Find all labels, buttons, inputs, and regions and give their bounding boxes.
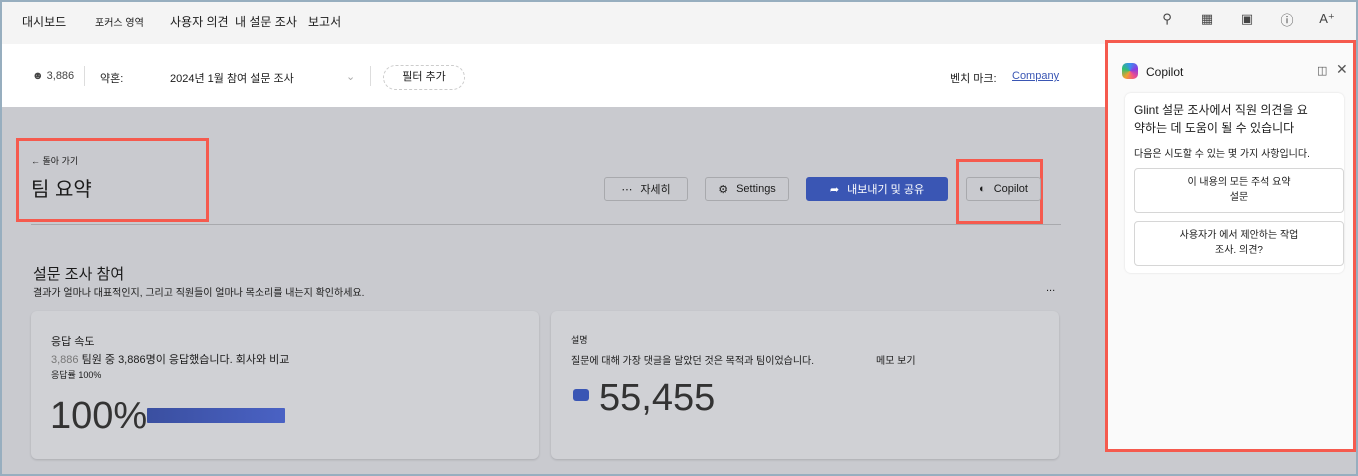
copilot-button[interactable]: ◐ Copilot bbox=[966, 177, 1041, 201]
close-icon[interactable]: ✕ bbox=[1336, 61, 1348, 78]
suggestion-button[interactable]: 사용자가 에서 제안하는 작업조사. 의견? bbox=[1134, 221, 1344, 266]
suggestion-line: 설문 bbox=[1229, 192, 1249, 203]
more-label: 자세히 bbox=[640, 184, 671, 196]
comments-count: 55,455 bbox=[599, 377, 716, 419]
section-title: 설문 조사 참여 bbox=[33, 266, 125, 283]
copilot-title: Copilot bbox=[1146, 65, 1184, 79]
nav-my-surveys[interactable]: 내 설문 조사 bbox=[235, 13, 297, 30]
copilot-label: Copilot bbox=[993, 183, 1028, 195]
back-label: 돌아 가기 bbox=[42, 156, 79, 166]
participant-count: ☻ 3,886 bbox=[32, 70, 74, 82]
response-rate-card: 응답 속도 3,886 팀원 중 3,886명이 응답했습니다. 회사와 비교 … bbox=[31, 311, 539, 459]
suggestion-line: 이 내용의 모든 주석 요약 bbox=[1187, 177, 1291, 188]
card-title: 설명 bbox=[571, 335, 588, 345]
view-comments-link[interactable]: 메모 보기 bbox=[876, 352, 916, 367]
survey-label: 약혼: bbox=[100, 73, 124, 85]
top-nav: 대시보드 포커스 영역 사용자 의견 내 설문 조사 보고서 ⚲ ▦ ▣ ⓘ A… bbox=[2, 2, 1356, 44]
more-button[interactable]: ⋯ 자세히 bbox=[604, 177, 688, 201]
nav-focus-areas[interactable]: 포커스 영역 bbox=[95, 14, 144, 29]
card-line: 3,886 팀원 중 3,886명이 응답했습니다. 회사와 비교 bbox=[51, 351, 289, 367]
ellipsis-icon: ⋯ bbox=[621, 183, 633, 196]
search-icon[interactable]: ⚲ bbox=[1158, 10, 1176, 28]
card-title: 응답 속도 bbox=[51, 336, 95, 348]
chevron-down-icon[interactable]: ⌄ bbox=[346, 70, 355, 83]
comments-card: 설명 질문에 대해 가장 댓글을 달았던 것은 목적과 팀이었습니다. 메모 보… bbox=[551, 311, 1059, 459]
help-icon[interactable]: ⓘ bbox=[1278, 10, 1296, 28]
response-text: 팀원 중 3,886명이 응답했습니다. 회사와 비교 bbox=[81, 354, 290, 366]
dock-icon[interactable]: ◫ bbox=[1317, 64, 1327, 77]
nav-feedback[interactable]: 사용자 의견 bbox=[170, 13, 229, 30]
comments-text: 질문에 대해 가장 댓글을 달았던 것은 목적과 팀이었습니다. bbox=[571, 356, 815, 367]
filter-bar: ☻ 3,886 약혼: 2024년 1월 참여 설문 조사 ⌄ 필터 추가 벤치… bbox=[2, 44, 1105, 107]
suggestion-button[interactable]: 이 내용의 모든 주석 요약설문 bbox=[1134, 168, 1344, 213]
copilot-message: Glint 설문 조사에서 직원 의견을 요약하는 데 도움이 될 수 있습니다… bbox=[1125, 93, 1344, 273]
progress-fill bbox=[147, 408, 285, 423]
back-link[interactable]: ← 돌아 가기 bbox=[31, 154, 78, 167]
copilot-panel: Copilot ◫ ✕ Glint 설문 조사에서 직원 의견을 요약하는 데 … bbox=[1105, 40, 1356, 452]
divider bbox=[84, 66, 85, 86]
language-icon[interactable]: A⁺ bbox=[1318, 10, 1336, 28]
export-label: 내보내기 및 공유 bbox=[847, 184, 925, 196]
benchmark-label: 벤치 마크: bbox=[950, 73, 997, 85]
share-icon: ➦ bbox=[829, 183, 840, 196]
page-title: 팀 요약 bbox=[31, 179, 92, 201]
settings-label: Settings bbox=[736, 183, 776, 195]
comment-icon bbox=[573, 389, 589, 401]
benchmark-link[interactable]: Company bbox=[1012, 70, 1059, 82]
copilot-icon: ◐ bbox=[979, 183, 986, 195]
nav-reports[interactable]: 보고서 bbox=[308, 13, 341, 30]
app-window: 대시보드 포커스 영역 사용자 의견 내 설문 조사 보고서 ⚲ ▦ ▣ ⓘ A… bbox=[2, 2, 1356, 474]
copilot-logo-icon bbox=[1122, 63, 1138, 79]
export-share-button[interactable]: ➦ 내보내기 및 공유 bbox=[806, 177, 948, 201]
calendar-settings-icon[interactable]: ▦ bbox=[1198, 10, 1216, 28]
section-subtitle: 결과가 얼마나 대표적인지, 그리고 직원들이 얼마나 목소리를 내는지 확인하… bbox=[33, 288, 365, 299]
suggestion-line: 사용자가 에서 제안하는 작업 bbox=[1179, 230, 1299, 241]
divider bbox=[31, 224, 1061, 225]
divider bbox=[370, 66, 371, 86]
count-value: 3,886 bbox=[46, 70, 75, 82]
response-rate-value: 100% bbox=[50, 395, 148, 437]
team-count: 3,886 bbox=[51, 354, 79, 366]
person-icon: ☻ bbox=[32, 70, 44, 82]
copilot-intro: Glint 설문 조사에서 직원 의견을 요약하는 데 도움이 될 수 있습니다 bbox=[1134, 103, 1308, 135]
inbox-icon[interactable]: ▣ bbox=[1238, 10, 1256, 28]
nav-dashboard[interactable]: 대시보드 bbox=[22, 13, 66, 30]
settings-button[interactable]: ⚙ Settings bbox=[705, 177, 789, 201]
progress-track bbox=[147, 408, 285, 423]
copilot-prompt: 다음은 시도할 수 있는 몇 가지 사항입니다. bbox=[1134, 149, 1310, 160]
add-filter-button[interactable]: 필터 추가 bbox=[383, 65, 465, 90]
survey-select[interactable]: 2024년 1월 참여 설문 조사 bbox=[170, 70, 294, 86]
response-rate-text: 응답률 100% bbox=[51, 370, 102, 380]
section-menu-button[interactable]: ... bbox=[1046, 282, 1055, 294]
gear-icon: ⚙ bbox=[718, 183, 729, 196]
suggestion-line: 조사. 의견? bbox=[1215, 245, 1263, 256]
